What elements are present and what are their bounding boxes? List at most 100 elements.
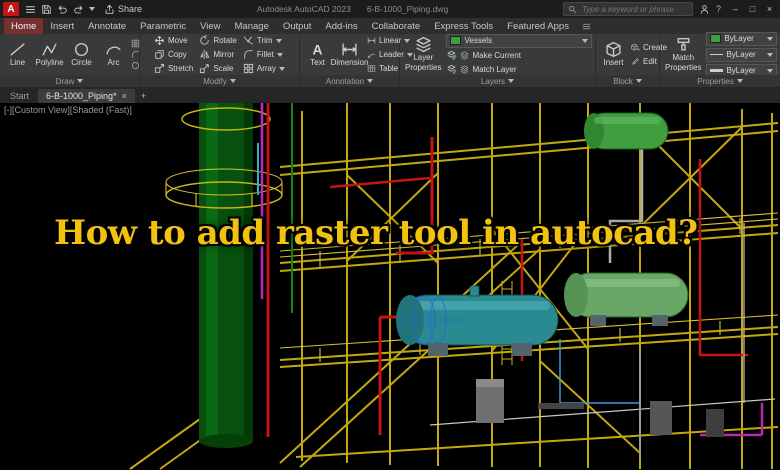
tab-output[interactable]: Output bbox=[276, 18, 319, 34]
chevron-down-icon bbox=[767, 52, 773, 57]
array-button[interactable]: Array bbox=[243, 63, 286, 75]
tab-featured-apps[interactable]: Featured Apps bbox=[500, 18, 576, 34]
match-properties-button[interactable]: Match Properties bbox=[663, 35, 703, 74]
panel-expand-icon bbox=[77, 79, 84, 83]
panel-annotation: Text Dimension Linear Leader Table Annot… bbox=[300, 34, 413, 87]
dimension-button[interactable]: Dimension bbox=[331, 40, 368, 69]
save-icon[interactable] bbox=[41, 4, 52, 15]
insert-block-icon bbox=[605, 41, 622, 58]
polyline-button[interactable]: Polyline bbox=[35, 40, 64, 69]
linear-icon bbox=[367, 36, 376, 45]
copy-button[interactable]: Copy bbox=[154, 49, 193, 61]
tab-parametric[interactable]: Parametric bbox=[133, 18, 193, 34]
tab-view[interactable]: View bbox=[193, 18, 227, 34]
edit-block-icon bbox=[631, 57, 640, 66]
tab-collaborate[interactable]: Collaborate bbox=[365, 18, 428, 34]
model-viewport[interactable] bbox=[0, 103, 780, 470]
line-label: Line bbox=[9, 58, 26, 68]
linetype-dropdown[interactable]: ByLayer bbox=[706, 47, 777, 62]
linetype-glyph bbox=[710, 54, 724, 55]
insert-button[interactable]: Insert bbox=[599, 40, 628, 69]
tab-manage[interactable]: Manage bbox=[228, 18, 276, 34]
circle-icon bbox=[73, 41, 90, 58]
app-name: Autodesk AutoCAD 2023 bbox=[256, 4, 351, 14]
minimize-button[interactable]: – bbox=[727, 4, 744, 14]
vessel-top[interactable] bbox=[584, 112, 669, 150]
maximize-button[interactable]: □ bbox=[744, 4, 761, 14]
object-color-value: ByLayer bbox=[724, 34, 754, 43]
trim-icon bbox=[243, 35, 254, 46]
tab-add-ins[interactable]: Add-ins bbox=[318, 18, 364, 34]
panel-block: Insert Create Edit Block bbox=[596, 34, 667, 87]
tab-drawing-active[interactable]: 6-B-1000_Piping* × bbox=[38, 89, 135, 103]
viewport-view-control[interactable]: [Custom View] bbox=[12, 105, 70, 115]
layer-dropdown[interactable]: Vessels bbox=[446, 33, 592, 48]
redo-icon[interactable] bbox=[73, 4, 84, 15]
signin-person-icon[interactable] bbox=[699, 4, 710, 15]
overlay-question: How to add raster tool in autocad? bbox=[54, 213, 698, 253]
annotation-panel-label[interactable]: Annotation bbox=[300, 75, 399, 87]
chevron-down-icon bbox=[582, 38, 588, 43]
tab-annotate[interactable]: Annotate bbox=[81, 18, 133, 34]
help-icon[interactable]: ? bbox=[716, 4, 721, 14]
rotate-button[interactable]: Rotate bbox=[199, 35, 237, 47]
make-current-icon bbox=[446, 50, 457, 61]
lineweight-glyph bbox=[710, 69, 724, 72]
block-panel-label[interactable]: Block bbox=[596, 75, 659, 87]
polyline-icon bbox=[41, 41, 58, 58]
text-button[interactable]: Text bbox=[303, 40, 332, 69]
viewport-menu-control[interactable]: [-] bbox=[4, 105, 12, 115]
ribbon-tab-bar: Home Insert Annotate Parametric View Man… bbox=[0, 18, 780, 34]
make-current-button[interactable]: Make Current bbox=[446, 50, 592, 62]
document-name: 6-B-1000_Piping.dwg bbox=[366, 4, 449, 14]
line-button[interactable]: Line bbox=[3, 40, 32, 69]
ribbon: Line Polyline Circle Arc Draw Move Copy … bbox=[0, 31, 780, 88]
search-input[interactable] bbox=[579, 3, 688, 15]
autocad-app-button[interactable]: A bbox=[3, 2, 19, 16]
trim-button[interactable]: Trim bbox=[243, 35, 285, 47]
drawing-area[interactable]: [-] [Custom View] [Shaded (Fast)] How to… bbox=[0, 103, 780, 470]
arc-button[interactable]: Arc bbox=[99, 40, 128, 69]
match-layer-icon bbox=[446, 64, 457, 75]
layer-properties-button[interactable]: Layer Properties bbox=[403, 35, 443, 74]
close-button[interactable]: × bbox=[761, 4, 778, 14]
tab-home[interactable]: Home bbox=[4, 18, 44, 34]
menu-icon[interactable] bbox=[25, 4, 36, 15]
tab-express-tools[interactable]: Express Tools bbox=[427, 18, 500, 34]
help-search-box[interactable] bbox=[562, 2, 693, 16]
line-icon bbox=[9, 41, 26, 58]
object-color-dropdown[interactable]: ByLayer bbox=[706, 31, 777, 46]
move-button[interactable]: Move bbox=[154, 35, 193, 47]
qat-dropdown-icon[interactable] bbox=[89, 7, 95, 11]
panel-layers: Layer Properties Vessels Make Current Ma… bbox=[400, 33, 596, 87]
tab-insert[interactable]: Insert bbox=[43, 18, 81, 34]
circle-button[interactable]: Circle bbox=[67, 40, 96, 69]
viewport-shade-control[interactable]: [Shaded (Fast)] bbox=[70, 105, 132, 115]
rotate-icon bbox=[199, 35, 210, 46]
draw-extra-icon-1[interactable] bbox=[131, 39, 140, 48]
match-properties-icon bbox=[675, 36, 692, 53]
close-tab-icon[interactable]: × bbox=[122, 91, 127, 101]
layers-panel-label[interactable]: Layers bbox=[400, 75, 595, 87]
layer-color-swatch bbox=[450, 36, 462, 45]
share-button[interactable]: Share bbox=[104, 4, 142, 15]
ribbon-extra-icon[interactable] bbox=[576, 18, 597, 34]
modify-panel-label[interactable]: Modify bbox=[140, 75, 299, 87]
object-color-swatch bbox=[710, 34, 722, 43]
match-layer-button[interactable]: Match Layer bbox=[446, 64, 592, 76]
draw-panel-label[interactable]: Draw bbox=[0, 75, 139, 87]
scale-icon bbox=[199, 63, 210, 74]
new-tab-button[interactable]: + bbox=[136, 89, 151, 103]
draw-extra-icon-2[interactable] bbox=[131, 50, 140, 59]
mirror-button[interactable]: Mirror bbox=[199, 49, 237, 61]
tab-start[interactable]: Start bbox=[2, 89, 37, 103]
stretch-button[interactable]: Stretch bbox=[154, 63, 193, 75]
properties-panel-label[interactable]: Properties bbox=[660, 75, 780, 87]
window-title: Autodesk AutoCAD 2023 6-B-1000_Piping.dw… bbox=[142, 4, 563, 14]
viewport-controls: [-] [Custom View] [Shaded (Fast)] bbox=[4, 105, 132, 115]
undo-icon[interactable] bbox=[57, 4, 68, 15]
fillet-button[interactable]: Fillet bbox=[243, 49, 285, 61]
scale-button[interactable]: Scale bbox=[199, 63, 237, 75]
draw-extra-icon-3[interactable] bbox=[131, 61, 140, 70]
title-bar: A Share Autodesk AutoCAD 2023 6-B-1000_P… bbox=[0, 0, 780, 18]
